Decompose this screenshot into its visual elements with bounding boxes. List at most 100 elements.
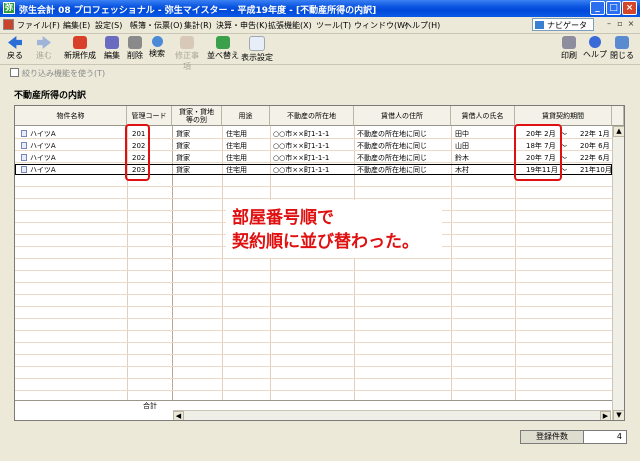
annotation-text: 部屋番号順で 契約順に並び替わった。 [232, 206, 419, 254]
document-icon [21, 130, 27, 137]
period-highlight-box [514, 124, 562, 181]
cell-type: 貸家 [176, 166, 190, 174]
document-icon[interactable] [3, 19, 14, 30]
header-tenant-address[interactable]: 賃借人の住所 [354, 106, 451, 126]
maximize-button[interactable]: □ [606, 1, 621, 15]
back-label: 戻る [7, 51, 23, 60]
print-label: 印刷 [561, 51, 577, 60]
header-name[interactable]: 物件名称 [15, 106, 127, 126]
cell-tenant-name: 木村 [455, 166, 469, 174]
menu-window[interactable]: ウィンドウ(W) [354, 20, 408, 31]
filter-checkbox[interactable] [10, 68, 19, 77]
document-icon [21, 142, 27, 149]
menu-help[interactable]: ヘルプ(H) [404, 20, 440, 31]
menu-summary[interactable]: 集計(R) [184, 20, 212, 31]
header-tenant-name[interactable]: 賃借人の氏名 [451, 106, 515, 126]
scroll-up-icon[interactable]: ▲ [613, 126, 624, 137]
cell-end: 22年 6月 [580, 154, 610, 162]
search-icon [151, 36, 163, 47]
cell-location: ○○市××町1-1-1 [273, 154, 330, 162]
cell-end: 20年 6月 [580, 142, 610, 150]
cell-tenant-address: 不動産の所在地に同じ [357, 130, 427, 138]
annotation-line2: 契約順に並び替わった。 [232, 232, 419, 252]
new-label: 新規作成 [64, 51, 96, 60]
edit-button[interactable]: 編集 [101, 36, 123, 61]
cell-name: ハイツA [21, 141, 56, 151]
mdi-close-icon[interactable]: × [626, 19, 636, 29]
header-use[interactable]: 用途 [222, 106, 270, 126]
sort-label: 並べ替え [207, 51, 239, 60]
sort-button[interactable]: 並べ替え [206, 36, 240, 61]
back-button[interactable]: 戻る [4, 36, 26, 61]
navigator-button[interactable]: ナビゲータ [532, 18, 594, 31]
cell-location: ○○市××町1-1-1 [273, 166, 330, 174]
cell-tenant-name: 田中 [455, 130, 469, 138]
header-code[interactable]: 管理コード [127, 106, 172, 126]
forward-button[interactable]: 進む [33, 36, 55, 61]
scroll-right-icon[interactable]: ▶ [600, 411, 611, 420]
correct-icon [180, 36, 194, 49]
cell-end: 21年10月 [580, 166, 612, 174]
mdi-restore-icon[interactable]: ▫ [615, 19, 625, 29]
header-location[interactable]: 不動産の所在地 [270, 106, 354, 126]
printer-icon [562, 36, 576, 49]
search-label: 検索 [149, 49, 165, 58]
minimize-button[interactable]: _ [590, 1, 605, 15]
vertical-scrollbar[interactable]: ▲ ▼ [612, 126, 624, 420]
row-divider [15, 378, 612, 379]
scroll-down-icon[interactable]: ▼ [613, 410, 624, 420]
cell-name: ハイツA [21, 129, 56, 139]
row-divider [15, 366, 612, 367]
title-bar: 弥 弥生会計 08 プロフェッショナル - 弥生マイスター - 平成19年度 -… [0, 0, 640, 17]
display-settings-label: 表示設定 [241, 53, 273, 62]
cell-tenant-name: 山田 [455, 142, 469, 150]
navigator-label: ナビゲータ [547, 21, 587, 30]
cell-type: 貸家 [176, 142, 190, 150]
menu-extensions[interactable]: 拡張機能(X) [268, 20, 312, 31]
help-label: ヘルプ [583, 50, 607, 59]
search-button[interactable]: 検索 [146, 36, 168, 59]
cell-end: 22年 1月 [580, 130, 610, 138]
document-icon [21, 154, 27, 161]
close-door-icon [615, 36, 629, 49]
menu-tools[interactable]: ツール(T) [316, 20, 351, 31]
close-window-button[interactable]: × [622, 1, 637, 15]
menu-bar: ファイル(F) 編集(E) 設定(S) 帳簿・伝票(O) 集計(R) 決算・申告… [0, 17, 640, 34]
cell-name-text: ハイツA [30, 166, 56, 174]
cell-use: 住宅用 [226, 130, 247, 138]
menu-books[interactable]: 帳簿・伝票(O) [130, 20, 183, 31]
header-period[interactable]: 賃貸契約期間 [515, 106, 612, 126]
print-button[interactable]: 印刷 [558, 36, 580, 61]
sort-icon [216, 36, 230, 49]
mdi-minimize-icon[interactable]: – [604, 19, 614, 29]
section-title: 不動産所得の内訳 [14, 91, 87, 101]
trash-icon [128, 36, 142, 49]
horizontal-scrollbar[interactable]: ◀ ▶ [173, 410, 611, 420]
app-logo-icon: 弥 [3, 2, 15, 14]
row-divider [15, 390, 612, 391]
cell-name: ハイツA [21, 165, 56, 175]
cell-use: 住宅用 [226, 142, 247, 150]
forward-label: 進む [36, 51, 52, 60]
row-divider [15, 306, 612, 307]
header-type[interactable]: 貸家・貸地 等の別 [172, 106, 222, 126]
row-divider [15, 186, 612, 187]
cell-type: 貸家 [176, 130, 190, 138]
scroll-left-icon[interactable]: ◀ [173, 411, 184, 420]
menu-closing[interactable]: 決算・申告(K) [216, 20, 268, 31]
menu-file[interactable]: ファイル(F) [17, 20, 60, 31]
cell-name-text: ハイツA [30, 142, 56, 150]
row-divider [15, 330, 612, 331]
window-title: 弥生会計 08 プロフェッショナル - 弥生マイスター - 平成19年度 - [… [19, 6, 377, 16]
display-settings-button[interactable]: 表示設定 [240, 36, 274, 63]
new-button[interactable]: 新規作成 [62, 36, 98, 61]
delete-label: 削除 [127, 51, 143, 60]
close-tool-button[interactable]: 閉じる [608, 36, 636, 61]
cell-name: ハイツA [21, 153, 56, 163]
help-button[interactable]: ヘルプ [583, 36, 607, 60]
menu-settings[interactable]: 設定(S) [95, 20, 122, 31]
navigator-icon [535, 21, 544, 29]
delete-button[interactable]: 削除 [124, 36, 146, 61]
menu-edit[interactable]: 編集(E) [63, 20, 90, 31]
row-divider [15, 270, 612, 271]
